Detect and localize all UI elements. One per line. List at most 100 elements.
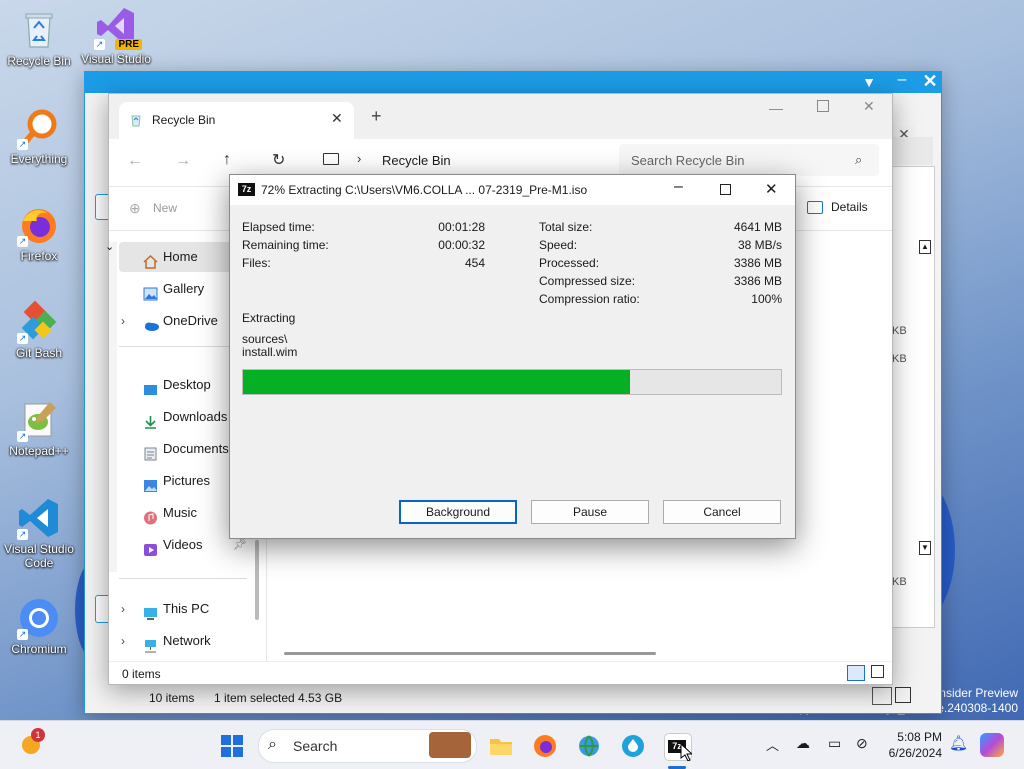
nav-item-music[interactable]: Music — [119, 498, 244, 528]
desktop-icon-everything[interactable]: ↗ Everything — [1, 106, 77, 166]
processed-label: Processed: — [539, 256, 600, 270]
pre-badge: PRE — [115, 39, 142, 50]
download-arrow-icon — [143, 410, 158, 429]
background-button[interactable]: Background — [399, 500, 517, 524]
desktop-icon-vscode[interactable]: ↗ Visual Studio Code — [1, 496, 77, 570]
shortcut-arrow-icon: ↗ — [17, 333, 28, 344]
nav-label: OneDrive — [163, 313, 218, 328]
desktop-icon-label: Git Bash — [15, 346, 63, 360]
address-bar[interactable]: › Recycle Bin — [309, 144, 609, 176]
app-drop-icon[interactable] — [620, 733, 646, 759]
tab-recycle-bin[interactable]: Recycle Bin ✕ — [119, 102, 354, 139]
windows-start-icon[interactable] — [219, 733, 245, 759]
desktop-icon-label: Visual Studio — [81, 52, 151, 66]
firefox-icon[interactable] — [532, 733, 558, 759]
file-explorer-icon[interactable] — [488, 733, 514, 759]
current-file: install.wim — [242, 345, 298, 359]
details-view-icon[interactable] — [872, 687, 892, 705]
display-icon[interactable]: ▭ — [828, 735, 841, 752]
desktop-icon-git-bash[interactable]: ↗ Git Bash — [1, 300, 77, 360]
back-arrow-icon[interactable]: ← — [127, 152, 143, 170]
search-icon: ⌕ — [855, 152, 863, 167]
nav-scrollbar-thumb[interactable] — [255, 540, 259, 620]
compressed-size-value: 3386 MB — [733, 274, 782, 288]
nav-item-downloads[interactable]: Downloads — [119, 402, 244, 432]
expand-chevron-icon[interactable]: › — [121, 306, 125, 336]
scroll-down-icon[interactable]: ▼ — [919, 541, 931, 555]
details-button[interactable]: Details — [831, 200, 868, 214]
extract-progress-dialog: 7z 72% Extracting C:\Users\VM6.COLLA ...… — [229, 174, 796, 539]
close-button[interactable]: ✕ — [863, 98, 875, 115]
chromium-icon: ↗ — [17, 596, 61, 640]
nav-item-pictures[interactable]: Pictures — [119, 466, 244, 496]
new-button[interactable]: New — [153, 201, 177, 215]
desktop-icon-visual-studio[interactable]: PRE ↗ Visual Studio — [78, 6, 154, 66]
new-tab-button[interactable]: + — [371, 106, 382, 127]
collapse-icon[interactable]: ▼ — [859, 74, 879, 92]
nav-item-desktop[interactable]: Desktop — [119, 370, 244, 400]
app-globe-icon[interactable] — [576, 733, 602, 759]
taskbar: 1 ⌕ Search 7z ︿ ☁ ▭ ⊘ 5:08 PM 6/26/2024 … — [0, 720, 1024, 769]
notification-bell-icon[interactable]: 🔔︎ — [949, 734, 968, 752]
shortcut-arrow-icon: ↗ — [94, 39, 105, 50]
desktop-icon-chromium[interactable]: ↗ Chromium — [1, 596, 77, 656]
tiles-view-icon[interactable] — [895, 687, 911, 703]
maximize-button[interactable] — [720, 184, 731, 195]
cancel-button[interactable]: Cancel — [663, 500, 781, 524]
minimize-button[interactable]: – — [889, 71, 915, 93]
recycle-bin-icon — [129, 113, 143, 127]
nav-item-home[interactable]: Home — [119, 242, 244, 272]
desktop-icon-label: Notepad++ — [9, 444, 69, 458]
up-arrow-icon[interactable]: ↑ — [223, 151, 231, 169]
desktop-icon-firefox[interactable]: ↗ Firefox — [1, 203, 77, 263]
nav-item-onedrive[interactable]: › OneDrive — [119, 306, 244, 336]
expand-chevron-icon[interactable]: › — [121, 626, 125, 656]
nav-label: Network — [163, 633, 211, 648]
close-button[interactable]: ✕ — [765, 180, 778, 198]
close-tab-icon[interactable]: ✕ — [331, 110, 343, 127]
collapse-chevron-icon[interactable]: ⌄ — [105, 240, 114, 253]
nav-item-gallery[interactable]: Gallery — [119, 274, 244, 304]
search-icon: ⌕ — [268, 736, 277, 753]
clock-date: 6/26/2024 — [888, 746, 942, 760]
current-folder: sources\ — [242, 332, 288, 346]
shortcut-arrow-icon: ↗ — [17, 236, 28, 247]
weather-widget-icon[interactable]: 1 — [18, 728, 45, 758]
size-fragment: KB — [892, 353, 907, 365]
tiles-view-icon[interactable] — [871, 665, 884, 678]
expand-chevron-icon[interactable]: › — [121, 594, 125, 624]
home-icon — [143, 250, 158, 269]
desktop-icon-label: Firefox — [20, 249, 58, 263]
nav-item-documents[interactable]: Documents — [119, 434, 244, 464]
nav-label: Videos — [163, 537, 203, 552]
taskbar-search-box[interactable]: ⌕ Search — [258, 729, 477, 763]
refresh-icon[interactable]: ↻ — [272, 150, 285, 170]
shortcut-arrow-icon: ↗ — [17, 529, 28, 540]
forward-arrow-icon[interactable]: → — [175, 152, 191, 170]
minimize-button[interactable]: – — [674, 178, 683, 196]
desktop-icon-notepadpp[interactable]: ↗ Notepad++ — [1, 398, 77, 458]
pause-button[interactable]: Pause — [531, 500, 649, 524]
breadcrumb-location[interactable]: Recycle Bin — [382, 153, 451, 168]
horizontal-scrollbar-thumb[interactable] — [284, 652, 656, 655]
copilot-icon[interactable] — [980, 733, 1004, 757]
details-view-icon[interactable] — [847, 665, 865, 681]
divider — [119, 346, 247, 347]
processed-value: 3386 MB — [733, 256, 782, 270]
maximize-button[interactable] — [817, 100, 829, 112]
divider — [119, 578, 247, 579]
search-box[interactable]: Search Recycle Bin ⌕ — [619, 144, 879, 176]
nav-item-this-pc[interactable]: › This PC — [119, 594, 244, 624]
nav-item-videos[interactable]: Videos 📌︎ — [119, 530, 247, 560]
network-icon — [143, 634, 158, 653]
desktop-icon-recycle-bin[interactable]: Recycle Bin — [1, 8, 77, 68]
close-button[interactable]: ✕ — [919, 71, 941, 93]
scroll-up-icon[interactable]: ▲ — [919, 240, 931, 254]
network-status-icon[interactable]: ⊘ — [856, 735, 868, 752]
dialog-titlebar[interactable]: 7z 72% Extracting C:\Users\VM6.COLLA ...… — [230, 175, 795, 205]
clock[interactable]: 5:08 PM 6/26/2024 — [884, 729, 942, 761]
show-hidden-icons-chevron[interactable]: ︿ — [766, 735, 779, 754]
cloud-offline-icon[interactable]: ☁ — [796, 735, 810, 752]
nav-item-network[interactable]: › Network — [119, 626, 244, 656]
minimize-button[interactable]: — — [769, 100, 783, 116]
